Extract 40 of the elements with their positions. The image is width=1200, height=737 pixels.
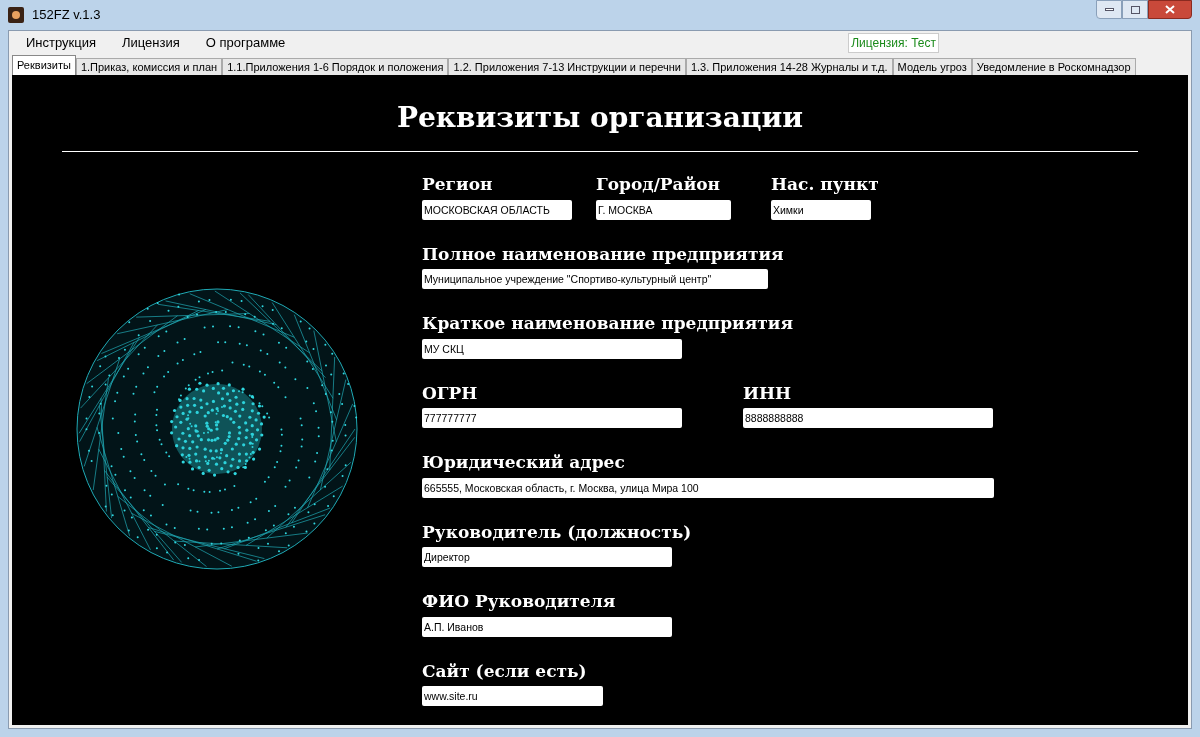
input-field[interactable]: 665555, Московская область, г. Москва, улица Мира 100 bbox=[422, 477, 994, 498]
tab[interactable]: Модель угроз bbox=[892, 58, 972, 75]
close-button[interactable] bbox=[1148, 0, 1192, 19]
close-icon bbox=[1165, 5, 1175, 14]
field-label: ФИО Руководителя bbox=[422, 590, 617, 613]
field-label: Краткое наименование предприятия bbox=[422, 312, 793, 335]
menu-item[interactable]: О программе bbox=[192, 33, 299, 53]
tab[interactable]: Уведомление в Роскомнадзор bbox=[971, 58, 1136, 75]
tab[interactable]: 1.3. Приложения 14-28 Журналы и т.д. bbox=[685, 58, 893, 75]
window-title: 152FZ v.1.3 bbox=[32, 6, 101, 25]
field-label: Город/Район bbox=[596, 173, 722, 196]
field-label: Нас. пункт bbox=[771, 173, 879, 196]
license-status: Лицензия: Тест bbox=[848, 33, 939, 53]
field-label: Юридический адрес bbox=[422, 451, 626, 474]
input-field[interactable]: МОСКОВСКАЯ ОБЛАСТЬ bbox=[422, 199, 572, 220]
tab[interactable]: 1.2. Приложения 7-13 Инструкции и перечни bbox=[448, 58, 686, 75]
input-field[interactable]: Химки bbox=[771, 199, 871, 220]
input-field[interactable]: Г. МОСКВА bbox=[596, 199, 731, 220]
menu-item[interactable]: Инструкция bbox=[13, 33, 109, 53]
input-field[interactable]: 777777777 bbox=[422, 408, 682, 428]
maximize-button[interactable] bbox=[1122, 0, 1148, 19]
input-field[interactable]: МУ СКЦ bbox=[422, 338, 682, 359]
page-heading: Реквизиты организации bbox=[395, 100, 805, 136]
field-label: Полное наименование предприятия bbox=[422, 242, 784, 266]
field-label: ОГРН bbox=[422, 381, 479, 405]
field-label: Регион bbox=[422, 173, 494, 196]
input-field[interactable]: www.site.ru bbox=[422, 686, 603, 706]
tab[interactable]: 1.1.Приложения 1-6 Порядок и положения bbox=[222, 58, 449, 75]
input-field[interactable]: А.П. Иванов bbox=[422, 616, 672, 637]
input-field[interactable]: Муниципальное учреждение "Спортиво-культурный центр" bbox=[422, 269, 768, 289]
field-label: Сайт (если есть) bbox=[422, 659, 588, 683]
input-field[interactable]: 8888888888 bbox=[743, 408, 993, 428]
field-label: ИНН bbox=[743, 381, 793, 405]
input-field[interactable]: Директор bbox=[422, 547, 672, 567]
menu-item[interactable]: Лицензия bbox=[109, 33, 193, 53]
tab[interactable]: 1.Приказ, комиссия и план bbox=[75, 58, 223, 75]
tab[interactable]: Реквизиты bbox=[12, 55, 76, 75]
field-label: Руководитель (должность) bbox=[422, 520, 692, 544]
minimize-button[interactable] bbox=[1096, 0, 1122, 19]
app-icon bbox=[8, 7, 24, 23]
